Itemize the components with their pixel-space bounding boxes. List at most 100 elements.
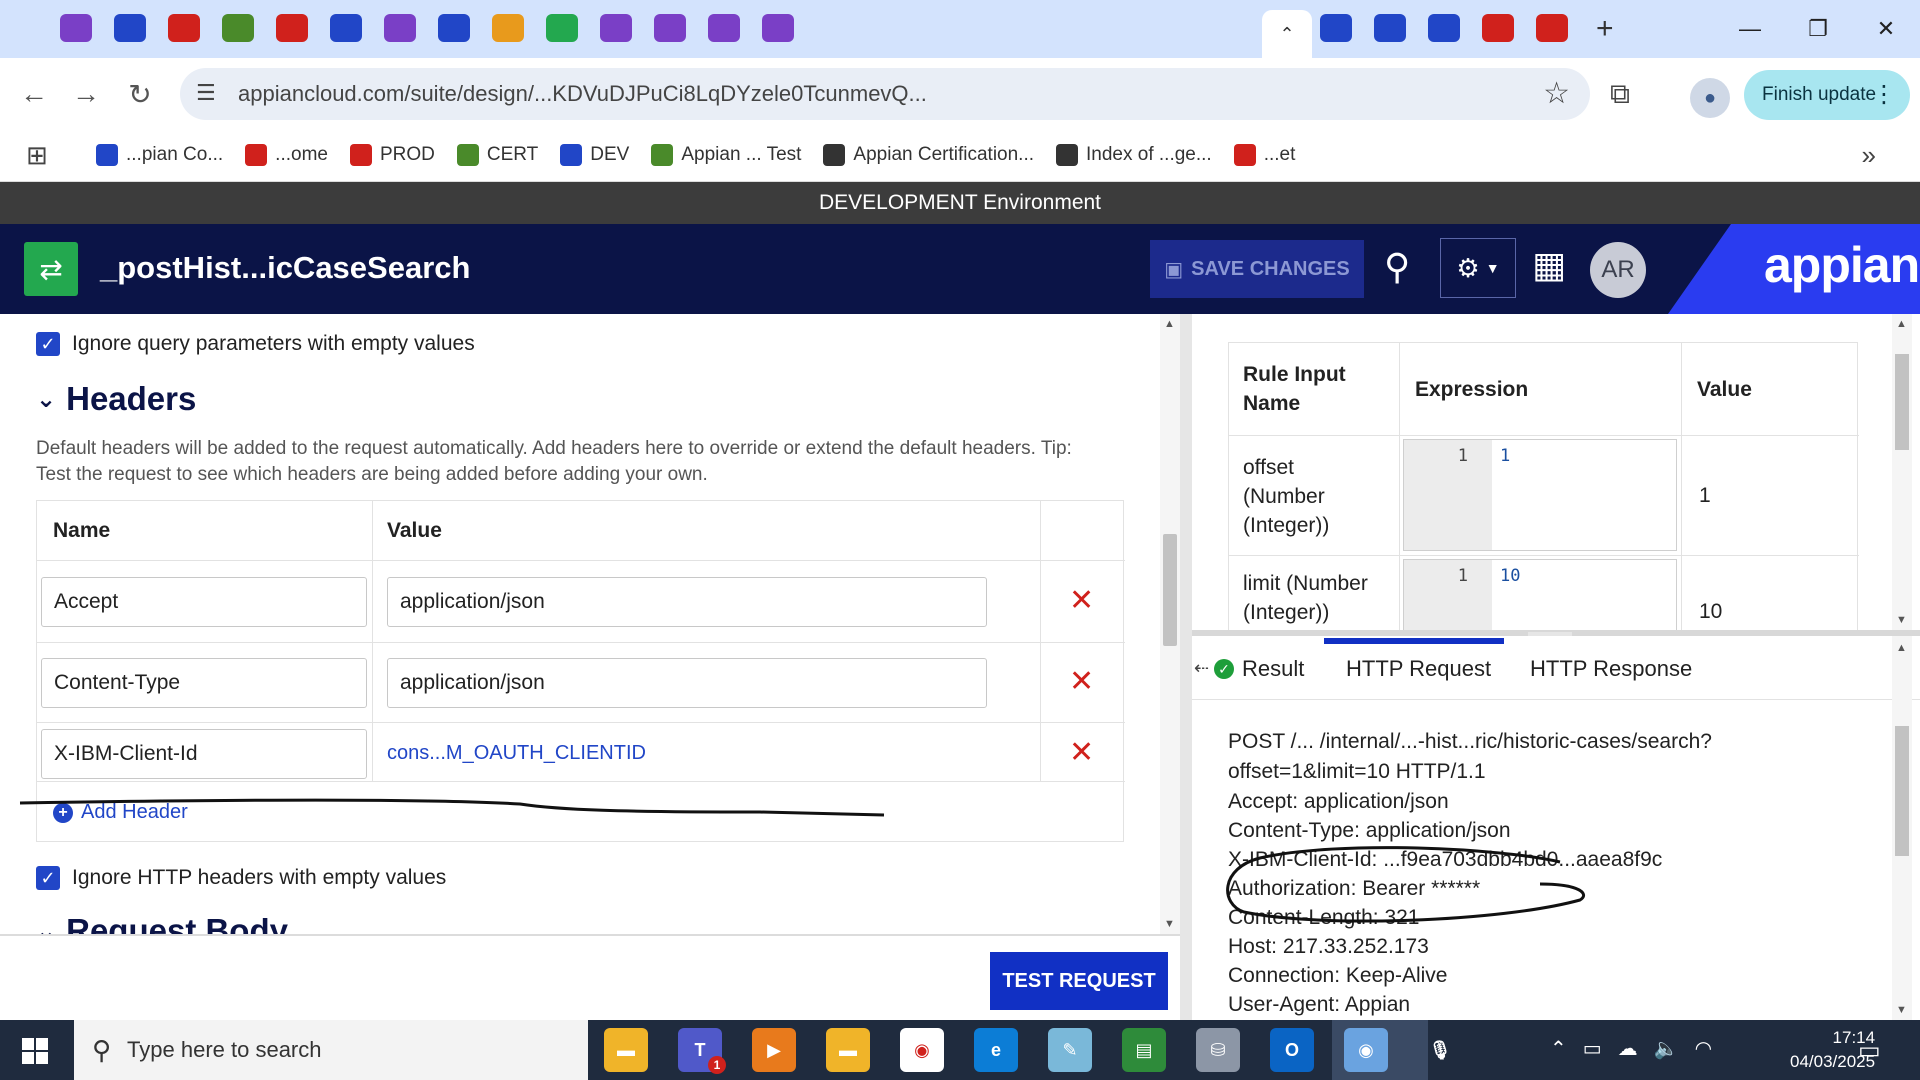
ignore-query-params-checkbox[interactable]: ✓ Ignore query parameters with empty val… <box>36 332 475 356</box>
address-bar[interactable]: ☰ appiancloud.com/suite/design/...KDVuDJ… <box>180 68 1590 120</box>
tab-favicon-icon[interactable] <box>1320 14 1352 42</box>
chrome-profile-icon[interactable]: ◉ <box>1344 1028 1388 1072</box>
scroll-up-icon[interactable]: ▲ <box>1896 318 1907 330</box>
tab-favicon-icon[interactable] <box>546 14 578 42</box>
bookmark-item[interactable]: Index of ...ge... <box>1056 140 1212 170</box>
delete-header-icon[interactable]: ✕ <box>1069 583 1094 618</box>
bookmark-item[interactable]: PROD <box>349 140 435 170</box>
user-avatar[interactable]: AR <box>1590 242 1646 298</box>
expression-editor[interactable]: 1 1 <box>1403 439 1677 551</box>
folder-icon[interactable]: ▬ <box>826 1028 870 1072</box>
http-request-scrollbar[interactable]: ▲ ▼ <box>1892 636 1912 1020</box>
restore-button[interactable]: ❐ <box>1784 0 1852 58</box>
tab-favicon-icon[interactable] <box>762 14 794 42</box>
site-settings-icon[interactable]: ☰ <box>196 80 216 106</box>
header-value-constant-link[interactable]: cons...M_OAUTH_CLIENTID <box>387 742 646 765</box>
notepad-icon[interactable]: ✎ <box>1048 1028 1092 1072</box>
app-launcher-icon[interactable]: ▦ <box>1532 244 1566 286</box>
bookmark-item[interactable]: ...ome <box>245 140 328 170</box>
bookmark-item[interactable]: DEV <box>560 140 629 170</box>
teams-icon[interactable]: T1 <box>678 1028 726 1074</box>
new-tab-button[interactable]: + <box>1596 14 1614 44</box>
scroll-up-icon[interactable]: ▲ <box>1164 318 1175 330</box>
profile-avatar-icon[interactable]: ● <box>1690 78 1730 118</box>
wifi-icon[interactable]: ◠ <box>1695 1036 1712 1061</box>
forward-button[interactable]: → <box>64 72 108 116</box>
volume-icon[interactable]: 🔈 <box>1654 1036 1679 1061</box>
extensions-icon[interactable]: ⧉ <box>1610 78 1630 111</box>
reload-button[interactable]: ↻ <box>118 72 162 116</box>
scroll-down-icon[interactable]: ▼ <box>1896 1004 1907 1016</box>
tab-favicon-icon[interactable] <box>1536 14 1568 42</box>
scroll-down-icon[interactable]: ▼ <box>1164 918 1175 930</box>
tab-favicon-icon[interactable] <box>438 14 470 42</box>
save-changes-button[interactable]: ▣ SAVE CHANGES <box>1150 240 1364 298</box>
expression-code[interactable]: 10 <box>1500 566 1520 586</box>
bookmark-item[interactable]: CERT <box>456 140 538 170</box>
close-window-button[interactable]: ✕ <box>1852 0 1920 58</box>
tab-favicon-icon[interactable] <box>114 14 146 42</box>
bookmark-item[interactable]: Appian ... Test <box>651 140 801 170</box>
checkbox-checked-icon[interactable]: ✓ <box>36 866 60 890</box>
header-name-input[interactable]: Content-Type <box>41 658 367 708</box>
bookmark-item[interactable]: Appian Certification... <box>823 140 1034 170</box>
tab-result[interactable]: ✓ Result <box>1214 656 1304 682</box>
minimize-button[interactable]: — <box>1716 0 1784 58</box>
tab-favicon-icon[interactable] <box>384 14 416 42</box>
delete-header-icon[interactable]: ✕ <box>1069 664 1094 699</box>
url-text[interactable]: appiancloud.com/suite/design/...KDVuDJPu… <box>238 81 1498 107</box>
bookmarks-overflow-icon[interactable]: » <box>1862 140 1876 171</box>
scrollbar-thumb[interactable] <box>1895 726 1909 856</box>
settings-menu-button[interactable]: ⚙ ▼ <box>1440 238 1516 298</box>
left-panel-scrollbar[interactable]: ▲ ▼ <box>1160 314 1180 934</box>
expression-editor[interactable]: 1 10 <box>1403 559 1677 630</box>
battery-icon[interactable]: ▭ <box>1583 1036 1602 1061</box>
finish-update-button[interactable]: Finish update ⋮ <box>1744 70 1910 120</box>
headers-section-toggle[interactable]: ⌄ Headers <box>36 380 196 418</box>
windows-start-icon[interactable] <box>22 1038 48 1064</box>
chrome-icon[interactable]: ◉ <box>900 1028 944 1072</box>
scrollbar-thumb[interactable] <box>1163 534 1177 646</box>
tab-favicon-icon[interactable] <box>276 14 308 42</box>
scroll-down-icon[interactable]: ▼ <box>1896 614 1907 626</box>
onedrive-icon[interactable]: ☁ <box>1618 1036 1638 1061</box>
search-icon[interactable]: ⚲ <box>1384 246 1410 288</box>
outlook-icon[interactable]: O <box>1270 1028 1314 1072</box>
tab-favicon-icon[interactable] <box>1374 14 1406 42</box>
bookmark-star-icon[interactable]: ☆ <box>1543 76 1570 111</box>
spreadsheet-icon[interactable]: ▤ <box>1122 1028 1166 1072</box>
tab-favicon-icon[interactable] <box>1428 14 1460 42</box>
browser-menu-icon[interactable]: ⋮ <box>1872 80 1896 109</box>
tab-favicon-icon[interactable] <box>708 14 740 42</box>
file-explorer-icon[interactable]: ▬ <box>604 1028 648 1072</box>
header-name-input[interactable]: Accept <box>41 577 367 627</box>
checkbox-checked-icon[interactable]: ✓ <box>36 332 60 356</box>
apps-grid-icon[interactable]: ⊞ <box>26 140 48 171</box>
add-header-link[interactable]: + Add Header <box>53 801 188 824</box>
tab-favicon-icon[interactable] <box>168 14 200 42</box>
edge-icon[interactable]: e <box>974 1028 1018 1072</box>
header-value-input[interactable]: application/json <box>387 577 987 627</box>
request-body-section-toggle[interactable]: ⌄ Request Body <box>36 912 288 934</box>
chevron-up-icon[interactable]: ⌃ <box>1550 1036 1567 1061</box>
bookmark-item[interactable]: ...et <box>1233 140 1295 170</box>
expression-code[interactable]: 1 <box>1500 446 1510 466</box>
tab-favicon-icon[interactable] <box>1482 14 1514 42</box>
arrow-left-icon[interactable]: ⇠ <box>1194 658 1209 679</box>
media-player-icon[interactable]: ▶ <box>752 1028 796 1072</box>
active-tab[interactable]: ⌃ <box>1262 10 1312 58</box>
tab-http-response[interactable]: HTTP Response <box>1530 656 1692 682</box>
scroll-up-icon[interactable]: ▲ <box>1896 642 1907 654</box>
back-button[interactable]: ← <box>12 72 56 116</box>
panel-divider[interactable] <box>1180 314 1192 1020</box>
tab-favicon-icon[interactable] <box>600 14 632 42</box>
header-name-input[interactable]: X-IBM-Client-Id <box>41 729 367 779</box>
microphone-icon[interactable]: 🎙 <box>1418 1028 1462 1072</box>
tab-favicon-icon[interactable] <box>330 14 362 42</box>
tab-favicon-icon[interactable] <box>222 14 254 42</box>
taskbar-search[interactable]: ⚲ Type here to search <box>74 1020 588 1080</box>
rule-inputs-scrollbar[interactable]: ▲ ▼ <box>1892 314 1912 630</box>
notifications-icon[interactable]: ▭ <box>1858 1036 1881 1065</box>
tab-http-request[interactable]: HTTP Request <box>1346 656 1491 682</box>
tab-favicon-icon[interactable] <box>654 14 686 42</box>
